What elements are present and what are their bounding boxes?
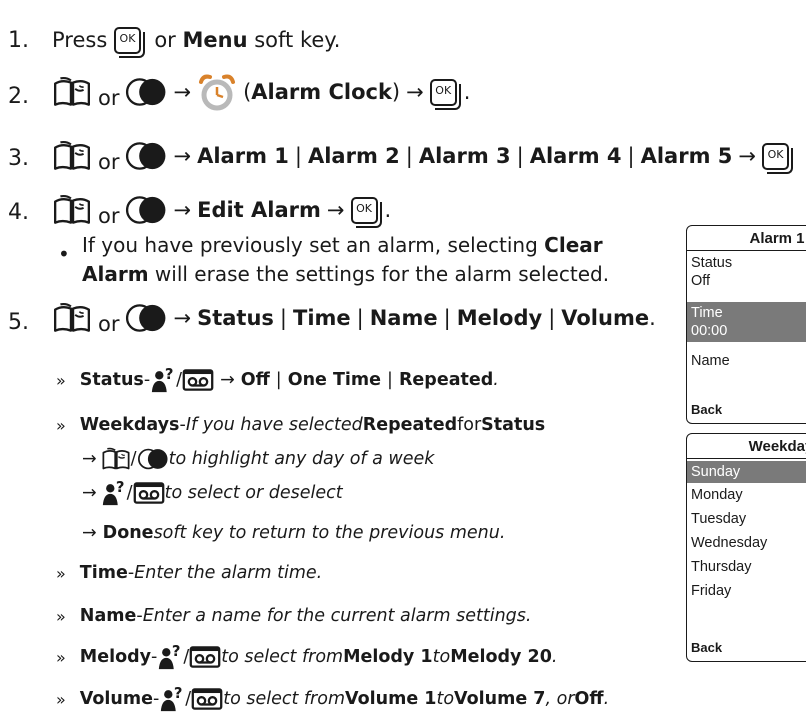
toggle-icon [137,448,169,470]
toggle-icon [125,195,167,225]
option-status: Status [197,306,274,330]
step-text: soft key. [254,28,341,52]
sub-time: » Time - Enter the alarm time. [56,563,323,583]
voicemail-icon [133,482,165,504]
ok-key-icon: OK [762,142,793,174]
day-item[interactable]: Wednesday [687,531,806,555]
sub-status: » Status - / → Off | One Time | Repeated. [56,363,499,397]
phonebook-icon [52,140,92,172]
alarm-option: Alarm 3 [418,144,511,168]
sub-volume: » Volume - / to select from Volume 1 to … [56,682,609,716]
step-3: or → Alarm 1 | Alarm 2 | Alarm 3 | Alarm 4 |… [52,128,793,184]
sub-weekdays: » Weekdays - If you have selected Repeat… [56,415,546,435]
step-number: 4. [8,200,29,225]
day-item[interactable]: Monday [687,483,806,507]
step-number: 2. [8,84,29,109]
step-number: 1. [8,28,29,53]
menu-label: Menu [182,28,248,52]
time-value: 00:00 [691,323,728,339]
step-number: 3. [8,146,29,171]
weekdays-line-3: → / to select or deselect [82,478,343,508]
bullet-dot: • [58,242,70,266]
alarm-option: Alarm 4 [529,144,622,168]
alarm-screen: Alarm 1 Status Off Time 00:00 Name Back [686,225,806,424]
voicemail-icon [182,369,214,391]
screen-title: Weekday [687,434,806,459]
day-item[interactable]: Friday [687,579,806,603]
ok-key-icon: OK [350,196,382,228]
alarm-clock-icon [199,74,236,111]
alarm-option: Alarm 1 [197,144,289,168]
option-melody: Melody [456,306,543,330]
step-5: or → Status | Time | Name | Melody | Volume. [52,290,656,346]
voicemail-icon [189,646,221,668]
status-value: Off [691,273,711,289]
day-item[interactable]: Tuesday [687,507,806,531]
ok-key-icon: OK [429,78,461,110]
voicemail-icon [191,688,223,710]
back-softkey[interactable]: Back [691,402,722,417]
person-question-icon [150,366,176,394]
edit-alarm-label: Edit Alarm [197,198,321,222]
phonebook-icon [52,76,92,108]
weekdays-line-2: → / to highlight any day of a week [82,447,435,471]
step-4: or → Edit Alarm → OK. [52,182,391,238]
step-text: or [154,28,176,52]
bullet-note: If you have previously set an alarm, sel… [82,233,610,286]
name-label: Name [691,353,730,369]
step-2: or → (Alarm Clock) → OK. [52,62,470,122]
alarm-option: Alarm 2 [307,144,400,168]
person-question-icon [101,479,127,507]
person-question-icon [157,643,183,671]
toggle-icon [125,141,167,171]
screen-title: Alarm 1 [687,226,806,251]
toggle-icon [125,77,167,107]
phonebook-icon [52,302,92,334]
status-label: Status [691,255,733,271]
back-softkey[interactable]: Back [691,640,722,655]
option-volume: Volume [561,306,650,330]
step-1: Press OK or Menu soft key. [52,12,340,68]
toggle-icon [125,303,167,333]
phonebook-icon [52,194,92,226]
day-item[interactable]: Thursday [687,555,806,579]
weekdays-line-4: → Done soft key to return to the previou… [82,523,506,543]
weekday-screen: Weekday Sunday Monday Tuesday Wednesday … [686,433,806,662]
alarm-option: Alarm 5 [640,144,733,168]
phonebook-icon [101,447,131,471]
option-time: Time [293,306,351,330]
person-question-icon [159,685,185,713]
sub-melody: » Melody - / to select from Melody 1 to … [56,640,557,674]
ok-key-icon: OK [113,26,145,58]
option-name: Name [369,306,438,330]
sub-name: » Name - Enter a name for the current al… [56,606,532,626]
step-number: 5. [8,310,29,335]
alarm-clock-label: Alarm Clock [251,80,392,104]
step-text: Press [52,28,108,52]
time-label: Time [691,305,723,321]
day-item[interactable]: Sunday [687,461,806,483]
